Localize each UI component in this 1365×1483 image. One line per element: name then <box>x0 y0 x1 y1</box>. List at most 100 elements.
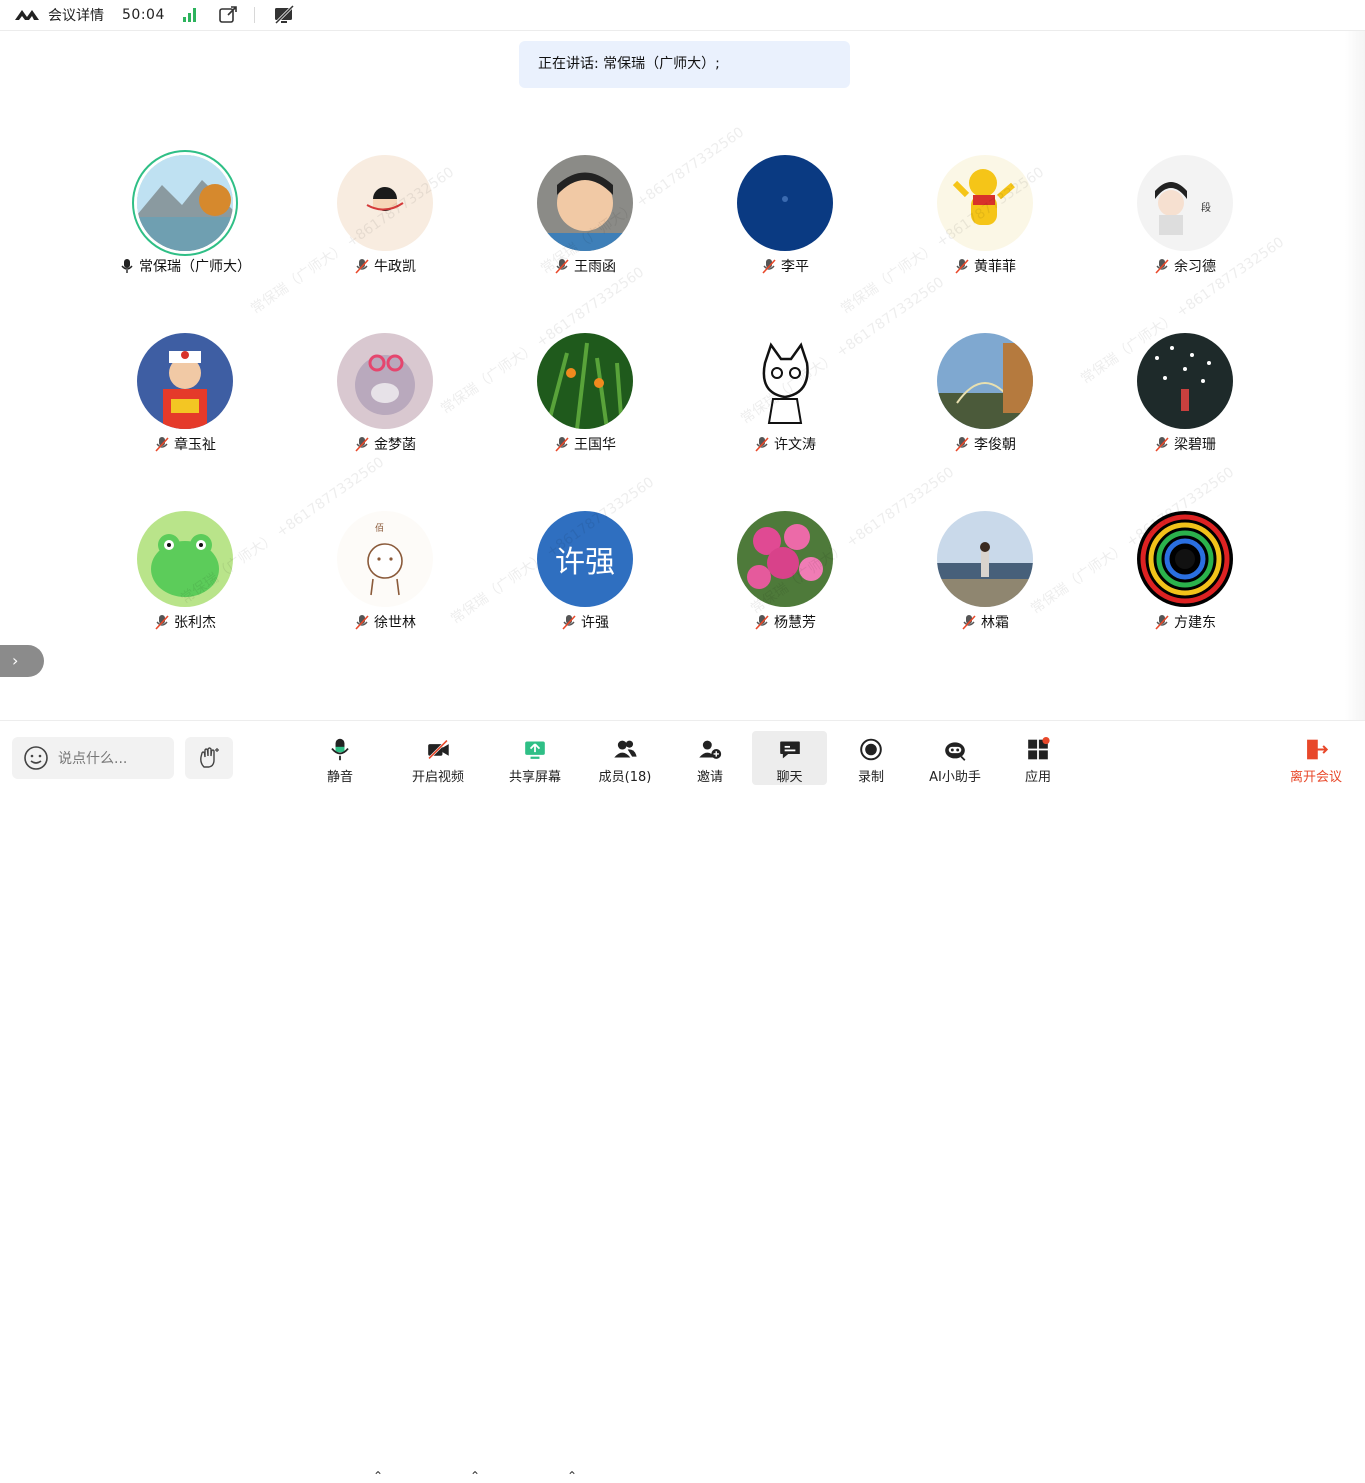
svg-text:佰: 佰 <box>375 522 384 534</box>
mute-label: 静音 <box>326 770 353 785</box>
participant-tile[interactable]: 章玉祉 <box>85 328 285 468</box>
participant-tile[interactable]: 佰 徐世林 <box>285 506 485 646</box>
mic-muted-icon <box>1155 615 1169 630</box>
members-button[interactable]: 成员(18) <box>594 731 656 785</box>
svg-text:段: 段 <box>1201 201 1211 214</box>
participant-tile[interactable]: 梁碧珊 <box>1085 328 1285 468</box>
participant-tile[interactable]: 许文涛 <box>685 328 885 468</box>
mic-muted-icon <box>762 259 776 274</box>
participant-avatar <box>737 511 833 607</box>
microphone-icon <box>121 259 133 273</box>
start-video-button[interactable]: 开启视频 <box>404 731 472 785</box>
participant-avatar <box>937 511 1033 607</box>
participant-tile[interactable]: 林霜 <box>885 506 1085 646</box>
emoji-icon[interactable] <box>23 745 49 771</box>
participant-avatar <box>137 333 233 429</box>
mic-muted-icon <box>355 259 369 274</box>
mic-muted-icon <box>355 437 369 452</box>
exit-icon <box>1307 739 1329 760</box>
participant-avatar <box>137 155 233 251</box>
participant-tile[interactable]: 李平 <box>685 150 885 290</box>
participant-tile[interactable]: 方建东 <box>1085 506 1285 646</box>
share-options-chevron-icon[interactable]: ⌃ <box>567 1469 577 1483</box>
raise-hand-button[interactable] <box>185 737 233 779</box>
invite-label: 邀请 <box>696 770 723 785</box>
participant-tile[interactable]: 段 余习德 <box>1085 150 1285 290</box>
participant-name: 金梦菡 <box>374 437 416 453</box>
participant-tile[interactable]: 金梦菡 <box>285 328 485 468</box>
participant-avatar <box>937 333 1033 429</box>
participant-avatar <box>537 155 633 251</box>
participant-tile[interactable]: 常保瑞（广师大） <box>85 150 285 290</box>
audio-options-chevron-icon[interactable]: ⌃ <box>373 1469 383 1483</box>
participant-tile[interactable]: 许强 许强 <box>485 506 685 646</box>
chat-icon <box>779 741 800 759</box>
participant-tile[interactable]: 王雨函 <box>485 150 685 290</box>
record-label: 录制 <box>857 770 884 785</box>
participant-name: 李平 <box>781 259 809 275</box>
participant-tile[interactable]: 牛政凯 <box>285 150 485 290</box>
participant-name: 章玉祉 <box>174 437 216 453</box>
mic-muted-icon <box>955 437 969 452</box>
mic-muted-icon <box>755 615 769 630</box>
participant-name: 方建东 <box>1174 615 1216 631</box>
external-window-icon[interactable] <box>218 6 238 24</box>
hand-icon <box>200 747 219 768</box>
participant-tile[interactable]: 王国华 <box>485 328 685 468</box>
record-icon <box>860 738 882 761</box>
members-icon <box>614 740 637 758</box>
expand-panel-button[interactable]: › <box>0 645 44 677</box>
participant-avatar: 许强 <box>537 511 633 607</box>
mic-muted-icon <box>355 615 369 630</box>
participant-tile[interactable]: 黄菲菲 <box>885 150 1085 290</box>
signal-strength-icon[interactable] <box>182 8 196 22</box>
participant-name: 许强 <box>581 615 609 631</box>
participant-tile[interactable]: 杨慧芳 <box>685 506 885 646</box>
chat-button[interactable]: 聊天 <box>752 731 827 785</box>
participant-name: 牛政凯 <box>374 259 416 275</box>
invite-button[interactable]: 邀请 <box>688 731 732 785</box>
screen-share-off-icon[interactable] <box>273 5 295 25</box>
mic-muted-icon <box>1155 437 1169 452</box>
meeting-details-link[interactable]: 会议详情 <box>48 5 104 25</box>
share-screen-button[interactable]: 共享屏幕 <box>502 731 568 785</box>
members-label: 成员(18) <box>598 770 652 785</box>
ai-label: AI小助手 <box>929 770 981 785</box>
participant-avatar <box>137 511 233 607</box>
participant-name: 梁碧珊 <box>1174 437 1216 453</box>
participant-name: 余习德 <box>1174 259 1216 275</box>
mic-muted-icon <box>962 615 976 630</box>
ai-assistant-button[interactable]: AI小助手 <box>918 731 992 785</box>
participant-name: 张利杰 <box>174 615 216 631</box>
share-label: 共享屏幕 <box>508 770 561 785</box>
record-button[interactable]: 录制 <box>849 731 893 785</box>
apps-button[interactable]: 应用 <box>1016 731 1060 785</box>
mic-muted-icon <box>562 615 576 630</box>
mute-button[interactable]: 静音 <box>318 731 362 785</box>
mic-muted-icon <box>555 259 569 274</box>
participant-avatar <box>1137 511 1233 607</box>
right-edge <box>1345 31 1365 721</box>
meeting-timer: 50:04 <box>122 7 165 23</box>
leave-label: 离开会议 <box>1289 770 1342 785</box>
participant-tile[interactable]: 张利杰 <box>85 506 285 646</box>
mic-muted-icon <box>1155 259 1169 274</box>
participant-name: 徐世林 <box>374 615 416 631</box>
participant-avatar <box>337 155 433 251</box>
app-logo-icon <box>15 10 39 20</box>
mic-muted-icon <box>155 437 169 452</box>
top-bar: 会议详情 50:04 <box>0 0 1365 31</box>
video-options-chevron-icon[interactable]: ⌃ <box>470 1469 480 1483</box>
participant-name: 李俊朝 <box>974 437 1016 453</box>
leave-meeting-button[interactable]: 离开会议 <box>1282 731 1350 785</box>
participant-name: 王国华 <box>574 437 616 453</box>
participant-avatar <box>737 155 833 251</box>
apps-label: 应用 <box>1024 770 1051 785</box>
participant-tile[interactable]: 李俊朝 <box>885 328 1085 468</box>
participant-name: 黄菲菲 <box>974 259 1016 275</box>
participant-name: 杨慧芳 <box>774 615 816 631</box>
chat-placeholder: 说点什么... <box>58 751 128 767</box>
participant-name: 王雨函 <box>574 259 616 275</box>
divider <box>253 7 255 23</box>
chat-input[interactable]: 说点什么... <box>12 737 174 779</box>
